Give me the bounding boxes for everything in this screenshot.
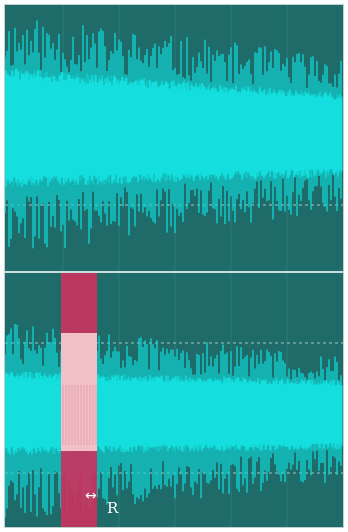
tracks-area[interactable]: ↔ R — [5, 5, 343, 528]
selection-overlay[interactable] — [5, 5, 343, 528]
resize-horizontal-icon[interactable]: ↔ — [85, 489, 97, 503]
waveform-editor[interactable]: ↔ R — [4, 4, 344, 528]
selection-label: R — [107, 499, 119, 517]
